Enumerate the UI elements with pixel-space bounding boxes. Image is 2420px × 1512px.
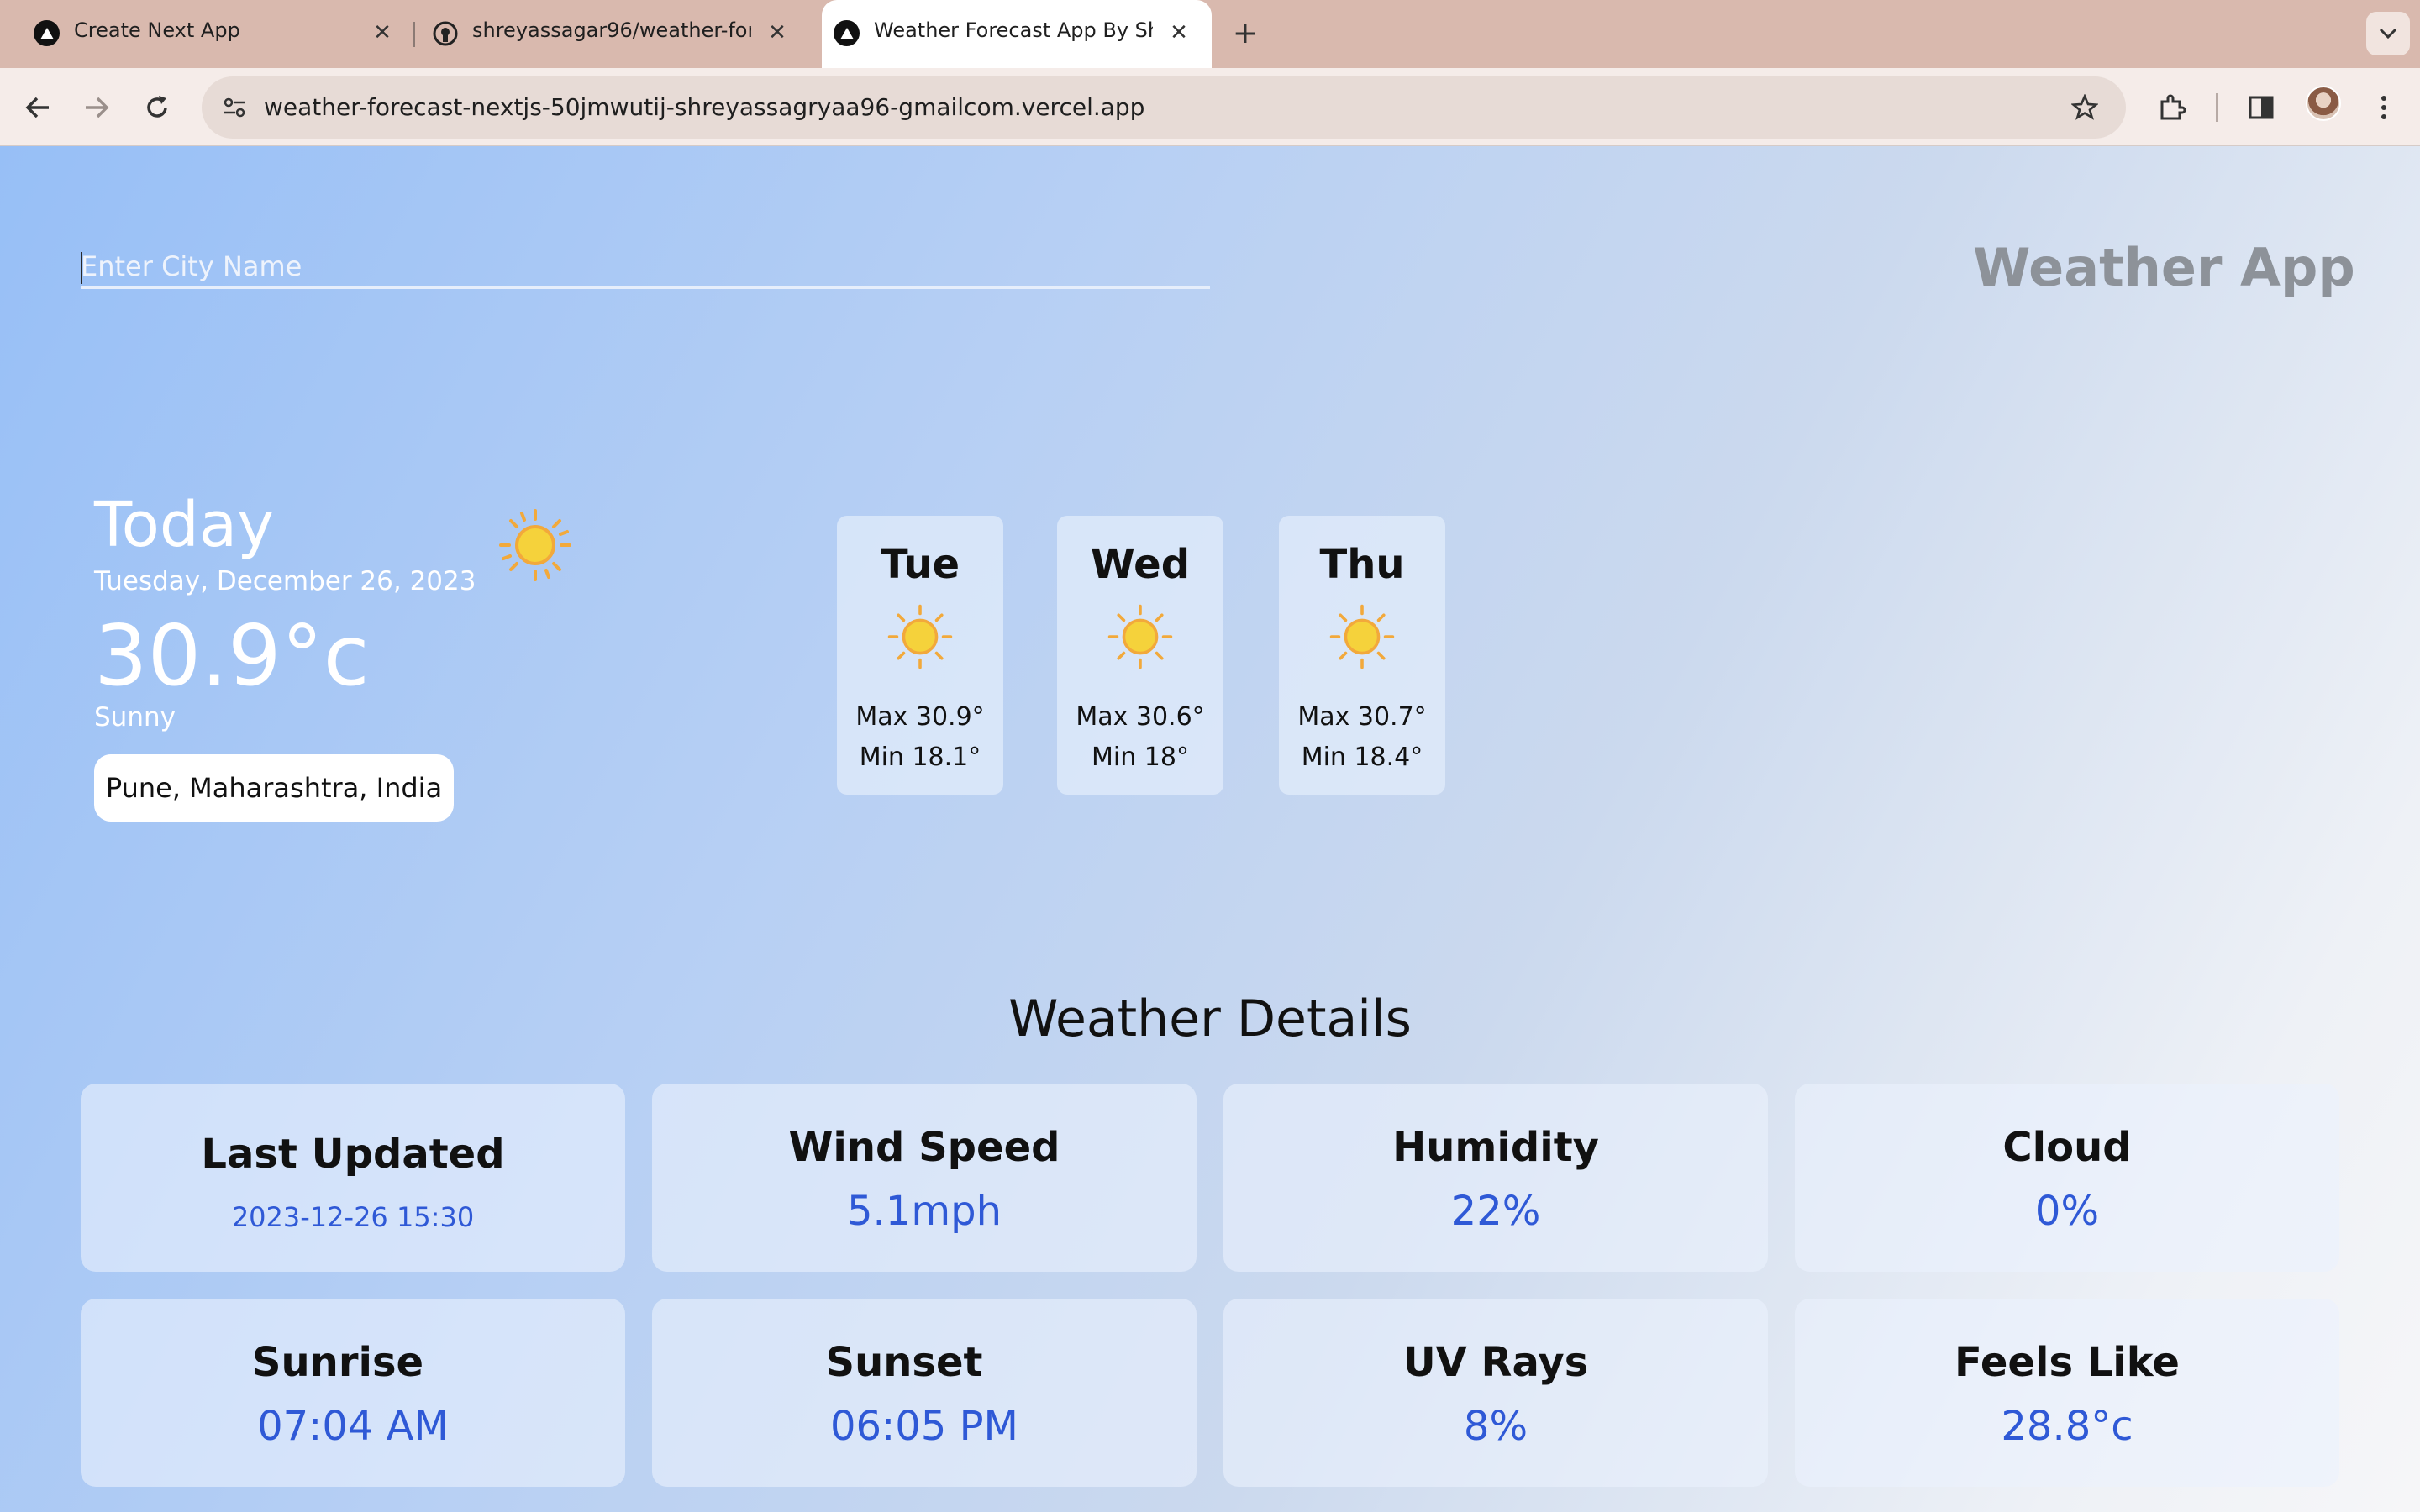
back-arrow-icon[interactable] [17,87,59,129]
detail-card-cloud: Cloud 0% [1795,1084,2339,1272]
sun-icon [497,507,573,583]
side-panel-icon[interactable] [2240,87,2282,129]
forecast-max: Max 30.7° [1297,702,1427,732]
today-label: Today [94,489,275,561]
forecast-card-wed: Wed Max 30.6° Min 18° [1057,516,1223,795]
detail-value: 2023-12-26 15:30 [231,1201,475,1233]
url-text: weather-forecast-nextjs-50jmwutij-shreya… [264,93,1145,121]
detail-card-wind-speed: Wind Speed 5.1mph [652,1084,1197,1272]
forecast-min: Min 18.1° [859,743,981,772]
detail-value: 8% [1463,1403,1528,1450]
browser-toolbar: weather-forecast-nextjs-50jmwutij-shreya… [0,68,2420,146]
today-date: Tuesday, December 26, 2023 [94,566,476,596]
github-icon [432,20,458,46]
forecast-min: Min 18.4° [1301,743,1423,772]
forecast-card-thu: Thu Max 30.7° Min 18.4° [1279,516,1445,795]
app-title: Weather App [1973,237,2355,298]
detail-value: 07:04 AM [257,1403,449,1450]
today-condition: Sunny [94,702,176,732]
detail-card-sunset: Sunset 06:05 PM [652,1299,1197,1487]
new-tab-plus-icon[interactable]: + [1227,15,1264,52]
tab-close-icon[interactable]: ✕ [763,18,792,47]
address-bar[interactable]: weather-forecast-nextjs-50jmwutij-shreya… [202,76,2126,139]
sun-icon [1328,603,1396,670]
profile-avatar[interactable] [2306,86,2341,121]
extensions-puzzle-icon[interactable] [2151,87,2193,129]
city-search-input[interactable] [81,245,1210,289]
detail-value: 22% [1450,1188,1541,1235]
reload-icon[interactable] [136,87,178,129]
detail-label: Cloud [2002,1124,2132,1171]
tab-github-repo[interactable]: shreyassagar96/weather-fore ✕ [417,0,812,68]
text-caret [81,252,82,284]
toolbar-divider [2216,93,2218,122]
forecast-day: Thu [1319,541,1405,588]
bookmark-star-icon[interactable] [2064,87,2106,129]
vercel-icon [34,20,60,46]
forecast-day: Tue [880,541,960,588]
tab-title: shreyassagar96/weather-fore [472,18,751,42]
detail-value: 0% [2034,1188,2100,1235]
forecast-max: Max 30.9° [855,702,985,732]
detail-label: Sunset [825,1339,983,1386]
tab-search-chevron-icon[interactable] [2366,12,2410,55]
weather-page: Weather App Today Tuesday, December 26, … [0,146,2420,1512]
sun-icon [886,603,954,670]
detail-value: 06:05 PM [830,1403,1018,1450]
today-temperature: 30.9°c [94,606,370,705]
detail-card-feels-like: Feels Like 28.8°c [1795,1299,2339,1487]
forecast-min: Min 18° [1092,743,1189,772]
tab-close-icon[interactable]: ✕ [368,18,397,47]
detail-card-humidity: Humidity 22% [1223,1084,1768,1272]
detail-label: Humidity [1392,1124,1599,1171]
tab-title: Weather Forecast App By Shr [874,18,1153,42]
vercel-icon [834,20,860,46]
location-badge: Pune, Maharashtra, India [94,754,454,822]
detail-label: Wind Speed [788,1124,1060,1171]
tab-weather-forecast[interactable]: Weather Forecast App By Shr ✕ [822,0,1212,68]
forecast-card-tue: Tue Max 30.9° Min 18.1° [837,516,1003,795]
detail-label: Feels Like [1954,1339,2180,1386]
tab-close-icon[interactable]: ✕ [1165,18,1193,47]
tab-create-next-app[interactable]: Create Next App ✕ [0,0,413,68]
detail-label: Sunrise [251,1339,424,1386]
tab-separator [413,22,415,47]
sun-icon [1107,603,1174,670]
detail-card-uv-rays: UV Rays 8% [1223,1299,1768,1487]
more-menu-icon[interactable] [2363,87,2405,129]
weather-details-title: Weather Details [1008,990,1412,1048]
site-settings-icon[interactable] [213,87,255,129]
detail-card-last-updated: Last Updated 2023-12-26 15:30 [81,1084,625,1272]
detail-label: UV Rays [1402,1339,1589,1386]
forward-arrow-icon[interactable] [76,87,118,129]
detail-card-sunrise: Sunrise 07:04 AM [81,1299,625,1487]
detail-label: Last Updated [201,1131,505,1178]
tab-title: Create Next App [74,18,240,42]
detail-value: 5.1mph [847,1188,1002,1235]
browser-tab-strip: Create Next App ✕ shreyassagar96/weather… [0,0,2420,68]
forecast-day: Wed [1090,541,1191,588]
detail-value: 28.8°c [2001,1403,2133,1450]
forecast-max: Max 30.6° [1076,702,1205,732]
